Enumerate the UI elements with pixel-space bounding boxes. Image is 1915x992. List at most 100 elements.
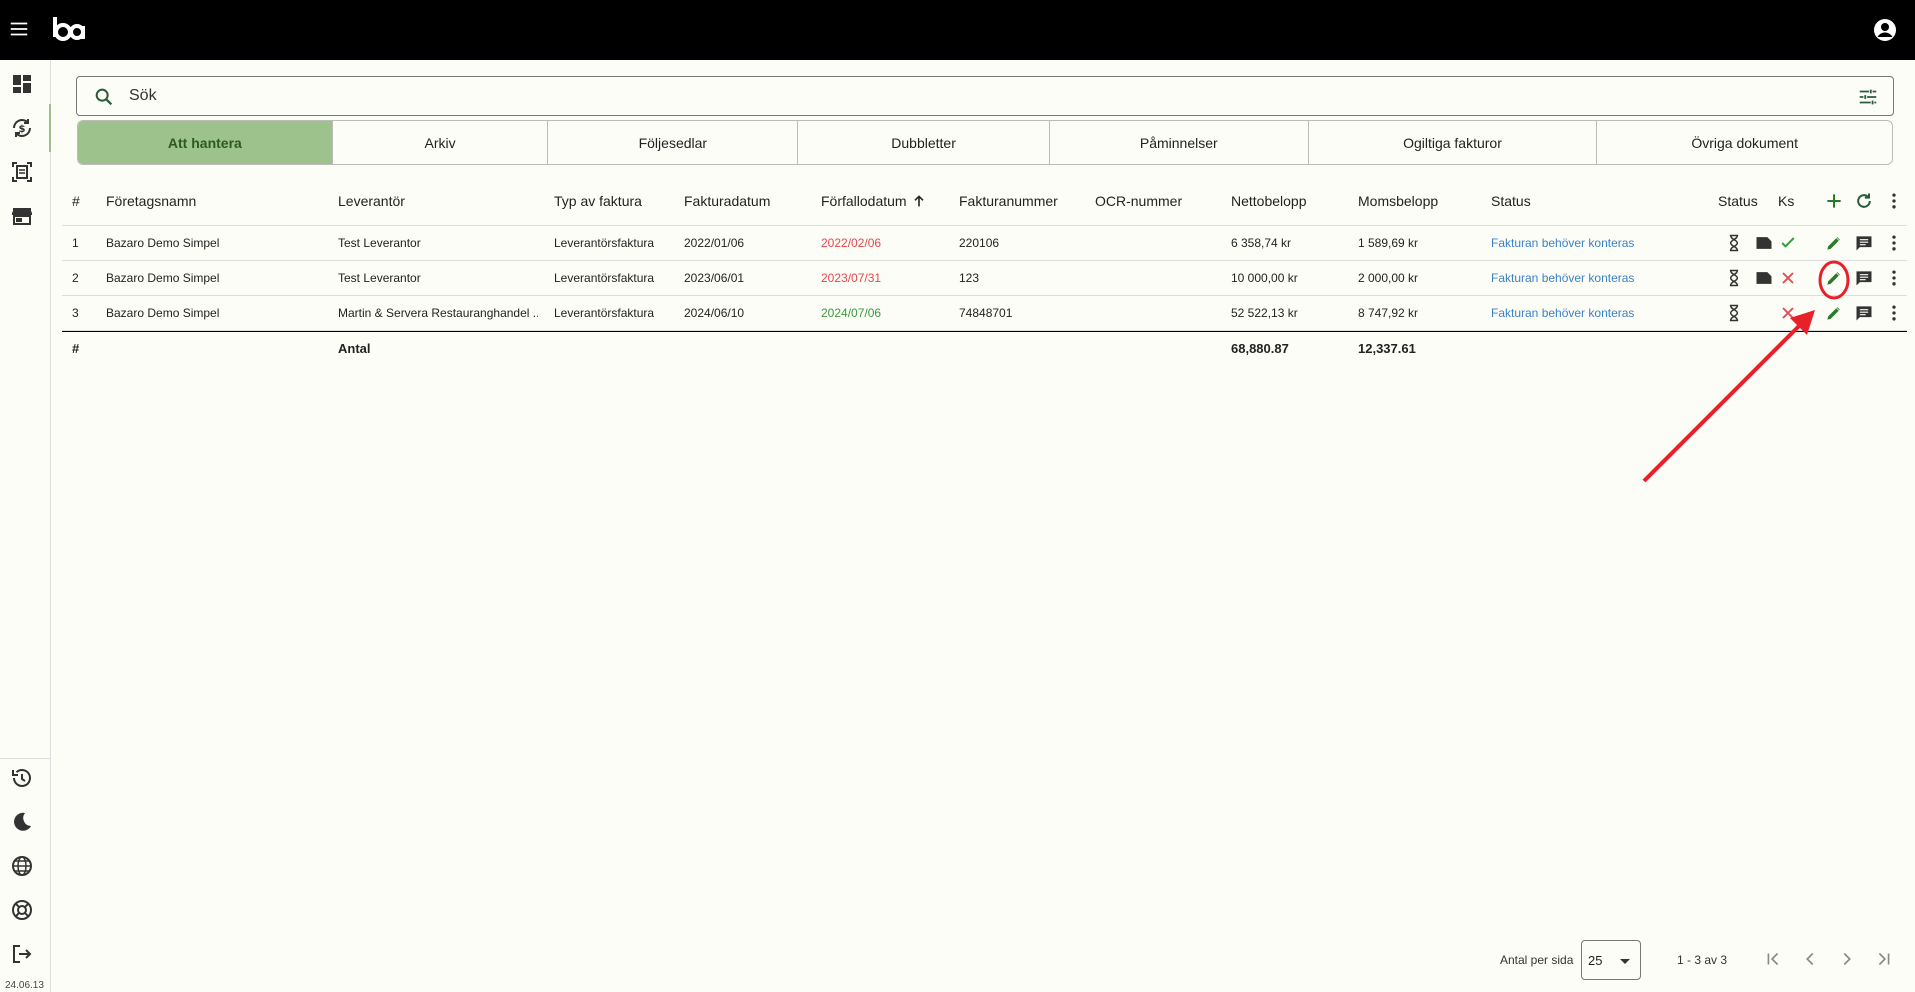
store-icon[interactable] [10,204,34,228]
account-icon[interactable] [1873,18,1897,42]
dashboard-icon[interactable] [10,72,34,96]
cell-net: 52 522,13 kr [1231,306,1298,320]
cell-company: Bazaro Demo Simpel [106,271,220,285]
hourglass-icon [1724,303,1744,323]
first-page-icon[interactable] [1762,948,1784,970]
per-page-label: Antal per sida [1500,953,1574,967]
cell-status-link[interactable]: Fakturan behöver konteras [1491,296,1634,330]
document-label-icon [1754,268,1774,288]
cell-supplier: Martin & Servera Restauranghandel ... [338,306,538,320]
footer-num: # [72,341,80,356]
tab-arkiv[interactable]: Arkiv [333,121,549,164]
col-header-supplier[interactable]: Leverantör [338,176,405,225]
filter-settings-icon[interactable] [1857,86,1879,108]
table-footer-row: # Antal 68,880.87 12,337.61 [62,331,1907,365]
sidebar-divider [0,758,51,759]
cell-net: 10 000,00 kr [1231,271,1298,285]
add-icon[interactable] [1824,191,1844,211]
dark-mode-icon[interactable] [10,810,34,834]
search-icon [93,86,115,108]
row-more-icon[interactable] [1884,233,1904,253]
cell-num: 2 [72,271,79,285]
cell-vat: 2 000,00 kr [1358,271,1419,285]
refresh-icon[interactable] [1854,191,1874,211]
footer-vat-total: 12,337.61 [1358,341,1416,356]
svg-text:$: $ [19,124,26,135]
table-row[interactable]: 2 Bazaro Demo Simpel Test Leverantor Lev… [62,261,1907,296]
previous-page-icon[interactable] [1799,948,1821,970]
next-page-icon[interactable] [1836,948,1858,970]
cell-status-link[interactable]: Fakturan behöver konteras [1491,261,1634,295]
table-header-row: # Företagsnamn Leverantör Typ av faktura… [62,176,1907,226]
col-header-net[interactable]: Nettobelopp [1231,176,1307,225]
cell-invoice-number: 220106 [959,236,1000,250]
comment-icon[interactable] [1854,233,1874,253]
document-tabs: Att hantera Arkiv Följesedlar Dubbletter… [77,120,1893,165]
last-page-icon[interactable] [1873,948,1895,970]
col-header-due-date[interactable]: Förfallodatum [821,176,927,225]
cell-status-link[interactable]: Fakturan behöver konteras [1491,226,1634,260]
edit-pencil-icon[interactable] [1824,233,1844,253]
app-version: 24.06.13 [5,980,44,991]
cell-invoice-date: 2023/06/01 [684,271,745,285]
more-vert-icon[interactable] [1884,191,1904,211]
tab-paminnelser[interactable]: Påminnelser [1050,121,1309,164]
cell-invoice-number: 123 [959,271,980,285]
comment-icon[interactable] [1854,268,1874,288]
col-header-status-icon: Status [1718,192,1758,209]
cell-num: 1 [72,236,79,250]
col-header-status[interactable]: Status [1491,176,1531,225]
hourglass-icon [1724,233,1744,253]
search-bar[interactable]: Sök [76,76,1894,116]
chevron-down-icon [1620,959,1630,964]
col-header-vat[interactable]: Momsbelopp [1358,176,1438,225]
language-globe-icon[interactable] [10,854,34,878]
invoice-sync-icon[interactable]: $ [10,116,34,140]
col-header-ocr[interactable]: OCR-nummer [1095,176,1182,225]
hourglass-icon [1724,268,1744,288]
row-more-icon[interactable] [1884,303,1904,323]
cell-net: 6 358,74 kr [1231,236,1292,250]
sidebar: $ 24.06.13 [0,60,51,992]
top-bar [0,0,1915,60]
cell-num: 3 [72,306,79,320]
tab-dubbletter[interactable]: Dubbletter [798,121,1050,164]
col-header-invoice-number[interactable]: Fakturanummer [959,176,1058,225]
table-row[interactable]: 1 Bazaro Demo Simpel Test Leverantor Lev… [62,226,1907,261]
document-label-icon [1754,233,1774,253]
cell-company: Bazaro Demo Simpel [106,236,220,250]
cell-due-date: 2024/07/06 [821,306,882,320]
invoice-table: # Företagsnamn Leverantör Typ av faktura… [62,176,1907,365]
hamburger-menu-icon[interactable] [8,18,30,40]
tab-ovriga-dokument[interactable]: Övriga dokument [1597,121,1892,164]
row-more-icon[interactable] [1884,268,1904,288]
footer-count-label: Antal [338,341,371,356]
edit-pencil-icon[interactable] [1824,303,1844,323]
cell-supplier: Test Leverantor [338,236,421,250]
per-page-value: 25 [1588,953,1603,968]
document-scan-icon[interactable] [10,160,34,184]
col-header-company[interactable]: Företagsnamn [106,176,196,225]
tab-att-hantera[interactable]: Att hantera [78,121,333,164]
footer-net-total: 68,880.87 [1231,341,1289,356]
app-logo[interactable] [52,14,86,46]
cross-icon [1778,303,1798,323]
cell-supplier: Test Leverantor [338,271,421,285]
cell-type: Leverantörsfaktura [554,271,655,285]
comment-icon[interactable] [1854,303,1874,323]
cell-due-date: 2022/02/06 [821,236,882,250]
cell-invoice-date: 2024/06/10 [684,306,745,320]
search-input[interactable]: Sök [129,87,157,105]
sort-ascending-icon [914,194,924,206]
table-row[interactable]: 3 Bazaro Demo Simpel Martin & Servera Re… [62,296,1907,331]
col-header-type[interactable]: Typ av faktura [554,176,642,225]
per-page-select[interactable]: 25 [1581,940,1641,980]
edit-pencil-icon[interactable] [1824,268,1844,288]
logout-icon[interactable] [10,942,34,966]
col-header-invoice-date[interactable]: Fakturadatum [684,176,770,225]
col-header-due-date-label: Förfallodatum [821,192,907,209]
history-icon[interactable] [10,766,34,790]
tab-ogiltiga-fakturor[interactable]: Ogiltiga fakturor [1309,121,1598,164]
tab-foljesedlar[interactable]: Följesedlar [548,121,799,164]
support-lifebuoy-icon[interactable] [10,898,34,922]
